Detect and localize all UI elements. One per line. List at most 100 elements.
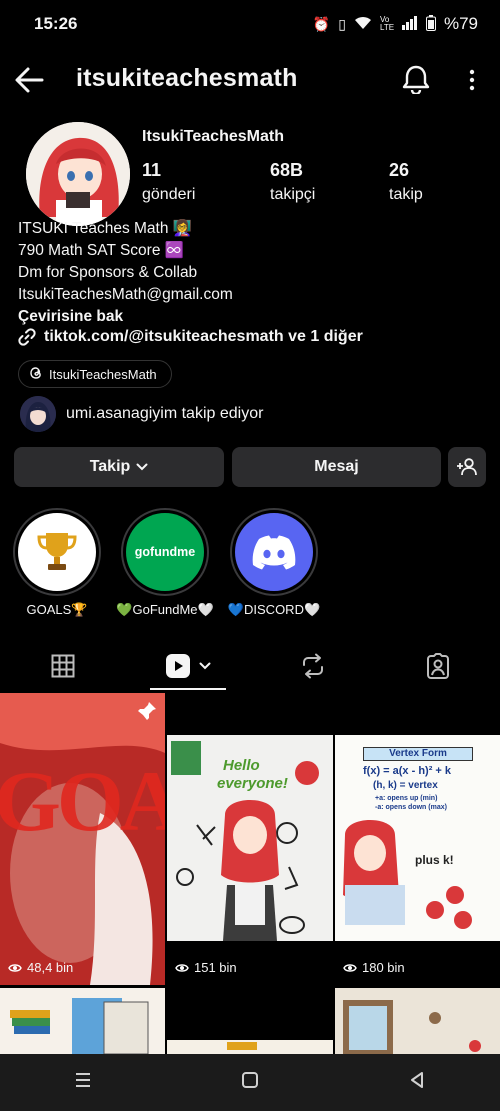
wifi-icon (354, 16, 372, 33)
followers-count-value: 68B (270, 160, 304, 180)
bio-email[interactable]: ItsukiTeachesMath@gmail.com (18, 284, 233, 306)
suggest-people-button[interactable] (448, 447, 486, 487)
post-overlay-text: Hello (223, 757, 260, 774)
vibrate-icon: ▯ (338, 15, 346, 32)
tab-reposts[interactable] (250, 640, 375, 692)
profile-avatar[interactable] (26, 122, 130, 226)
highlight-ring (230, 508, 318, 596)
tab-tagged[interactable] (375, 640, 500, 692)
post-tile[interactable] (167, 988, 333, 1054)
post-tile[interactable] (0, 988, 165, 1054)
threads-label: ItsukiTeachesMath (49, 366, 157, 382)
follow-button-label: Takip (89, 458, 131, 475)
link-icon (18, 328, 36, 346)
threads-badge[interactable]: ItsukiTeachesMath (18, 360, 172, 388)
follow-button[interactable]: Takip (14, 447, 224, 487)
alarm-icon: ⏰ (312, 15, 331, 32)
post-views: 48,4 bin (8, 960, 73, 975)
tab-grid[interactable] (0, 640, 125, 692)
highlight-goals[interactable]: GOALS🏆 (13, 508, 101, 618)
mutual-followers[interactable]: umi.asanagiyim takip ediyor (20, 396, 263, 432)
highlight-ring (13, 508, 101, 596)
notification-bell-icon[interactable] (402, 64, 430, 96)
grid-icon (51, 654, 74, 678)
play-icon (8, 963, 22, 972)
signal-icon (401, 15, 418, 33)
translate-link[interactable]: Çevirisine bak (18, 306, 233, 328)
trophy-icon (18, 513, 96, 591)
bio-line: Dm for Sponsors & Collab (18, 264, 198, 281)
system-back-icon (410, 1072, 423, 1088)
post-thumbnail (335, 988, 500, 1054)
more-options-icon[interactable] (462, 68, 482, 92)
external-link[interactable]: tiktok.com/@itsukiteachesmath ve 1 diğer (18, 328, 363, 346)
post-tile[interactable]: Hello everyone! 151 bin (167, 693, 333, 985)
post-caption: plus k! (415, 853, 454, 867)
play-icon (175, 963, 189, 972)
mutual-follower-text: umi.asanagiyim takip ediyor (66, 405, 264, 422)
active-tab-indicator (150, 688, 226, 690)
posts-count[interactable]: 11 gönderi (142, 160, 195, 204)
external-link-text: tiktok.com/@itsukiteachesmath ve 1 diğer (44, 328, 363, 345)
highlight-ring: gofundme (121, 508, 209, 596)
following-count-value: 26 (389, 160, 410, 180)
profile-username: itsukiteachesmath (76, 64, 298, 92)
chevron-down-icon (199, 662, 210, 670)
post-thumbnail: Vertex Form f(x) = a(x - h)² + k (h, k) … (335, 735, 500, 941)
repost-icon (302, 653, 323, 679)
post-overlay-text: GOAL (0, 753, 165, 849)
post-views-count: 151 bin (194, 960, 237, 975)
post-thumbnail (167, 1040, 333, 1054)
gofundme-logo-text: gofundme (134, 545, 196, 559)
post-views: 180 bin (343, 960, 405, 975)
system-back-button[interactable] (408, 1071, 426, 1094)
message-button-label: Mesaj (314, 458, 359, 475)
status-bar: 15:26 ⏰ ▯ Vo LTE %79 (0, 0, 500, 48)
post-tile[interactable]: Vertex Form f(x) = a(x - h)² + k (h, k) … (335, 693, 500, 985)
post-views-count: 48,4 bin (27, 960, 74, 975)
mutual-follower-avatar (20, 396, 56, 432)
add-person-icon (457, 458, 477, 476)
discord-logo (235, 513, 313, 591)
top-bar: itsukiteachesmath (0, 56, 500, 106)
profile-screen: 15:26 ⏰ ▯ Vo LTE %79 itsukiteachesmath I… (0, 0, 500, 1111)
lte-label: Vo LTE (379, 15, 395, 32)
post-thumbnail (0, 988, 165, 1054)
pin-icon (137, 701, 157, 726)
recent-apps-button[interactable] (74, 1072, 92, 1093)
status-icons: ⏰ ▯ Vo LTE %79 (313, 14, 478, 34)
post-overlay-text: everyone! (217, 775, 288, 792)
home-button[interactable] (241, 1071, 259, 1094)
highlight-discord[interactable]: 💙DISCORD🤍 (228, 508, 320, 618)
gofundme-logo: gofundme (126, 513, 204, 591)
chevron-down-icon (136, 463, 148, 471)
post-views: 151 bin (175, 960, 237, 975)
following-count[interactable]: 26 takip (389, 160, 423, 204)
posts-count-label: gönderi (142, 186, 196, 203)
tab-reels[interactable] (125, 640, 250, 692)
bio-line: ITSUKI Teaches Math 👩‍🏫 (18, 220, 193, 237)
post-tile[interactable]: GOAL 48,4 bin (0, 693, 165, 985)
highlight-gofundme[interactable]: gofundme 💚GoFundMe🤍 (116, 508, 214, 618)
post-thumbnail: Hello everyone! (167, 735, 333, 941)
highlight-label: 💙DISCORD🤍 (227, 602, 321, 617)
followers-count[interactable]: 68B takipçi (270, 160, 315, 204)
reels-icon (165, 654, 190, 678)
bio-line: 790 Math SAT Score ♾️ (18, 242, 185, 259)
display-name: ItsukiTeachesMath (142, 128, 284, 145)
battery-icon (425, 14, 436, 34)
message-button[interactable]: Mesaj (232, 447, 441, 487)
post-views-count: 180 bin (362, 960, 405, 975)
system-nav-bar (0, 1054, 500, 1111)
tagged-icon (426, 653, 449, 679)
posts-count-value: 11 (142, 160, 162, 180)
content-tabs (0, 640, 500, 692)
recent-apps-icon (76, 1073, 91, 1087)
following-count-label: takip (389, 186, 423, 203)
home-icon (241, 1072, 258, 1088)
back-arrow-icon[interactable] (14, 66, 46, 94)
post-tile[interactable] (335, 988, 500, 1054)
play-icon (343, 963, 357, 972)
followers-count-label: takipçi (270, 186, 316, 203)
battery-percent: %79 (443, 14, 478, 33)
